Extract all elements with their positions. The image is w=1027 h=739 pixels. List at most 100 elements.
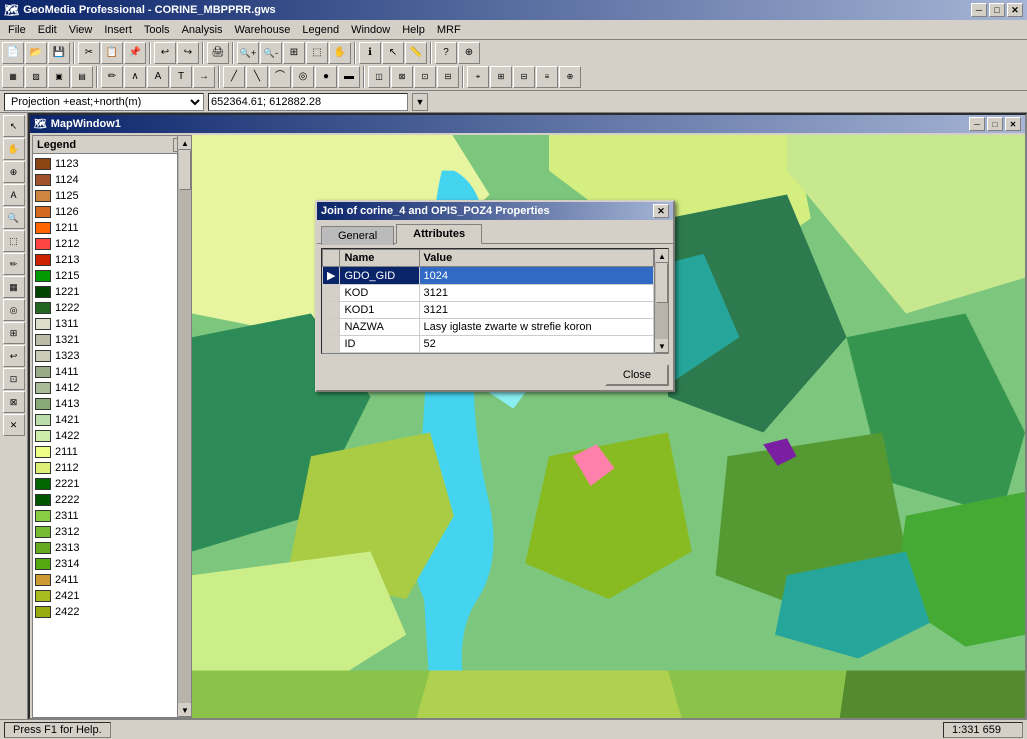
goto-button[interactable]: ⊕ bbox=[458, 42, 480, 64]
map-maximize-button[interactable]: □ bbox=[987, 117, 1003, 131]
redo-button[interactable]: ↪ bbox=[177, 42, 199, 64]
cut-button[interactable]: ✂ bbox=[78, 42, 100, 64]
left-tool-14[interactable]: ✕ bbox=[3, 414, 25, 436]
menu-analysis[interactable]: Analysis bbox=[176, 22, 229, 38]
legend-item: 2411 bbox=[35, 572, 189, 588]
menu-tools[interactable]: Tools bbox=[138, 22, 176, 38]
dialog-tabs: General Attributes bbox=[317, 220, 673, 244]
minimize-button[interactable]: ─ bbox=[971, 3, 987, 17]
attr-scrollbar[interactable]: ▲ ▼ bbox=[654, 249, 668, 353]
tool-x[interactable]: ⊕ bbox=[559, 66, 581, 88]
close-dialog-button[interactable]: Close bbox=[605, 364, 669, 386]
maximize-button[interactable]: □ bbox=[989, 3, 1005, 17]
attr-scroll-down[interactable]: ▼ bbox=[655, 339, 669, 353]
left-tool-12[interactable]: ⊡ bbox=[3, 368, 25, 390]
legend-scroll-track[interactable] bbox=[178, 154, 191, 703]
attr-scroll-thumb[interactable] bbox=[656, 263, 668, 303]
menu-bar: File Edit View Insert Tools Analysis War… bbox=[0, 20, 1027, 40]
coord-dropdown-button[interactable]: ▼ bbox=[412, 93, 428, 111]
tool-b[interactable]: ▨ bbox=[25, 66, 47, 88]
tab-general[interactable]: General bbox=[321, 226, 394, 245]
menu-mrf[interactable]: MRF bbox=[431, 22, 467, 38]
save-button[interactable]: 💾 bbox=[48, 42, 70, 64]
tool-s[interactable]: ⊟ bbox=[437, 66, 459, 88]
table-row[interactable]: ID52 bbox=[323, 336, 654, 353]
new-button[interactable]: 📄 bbox=[2, 42, 24, 64]
tool-i[interactable]: → bbox=[193, 66, 215, 88]
legend-scroll-thumb[interactable] bbox=[179, 154, 191, 190]
left-tool-9[interactable]: ◎ bbox=[3, 299, 25, 321]
tool-o[interactable]: ▬ bbox=[338, 66, 360, 88]
tool-g[interactable]: A bbox=[147, 66, 169, 88]
table-row[interactable]: ▶GDO_GID1024 bbox=[323, 267, 654, 285]
menu-insert[interactable]: Insert bbox=[98, 22, 138, 38]
tool-u[interactable]: ⊞ bbox=[490, 66, 512, 88]
left-tool-11[interactable]: ↩ bbox=[3, 345, 25, 367]
measure-button[interactable]: 📏 bbox=[405, 42, 427, 64]
tool-v[interactable]: ⊟ bbox=[513, 66, 535, 88]
tool-f[interactable]: ∧ bbox=[124, 66, 146, 88]
table-row[interactable]: NAZWALasy iglaste zwarte w strefie koron bbox=[323, 319, 654, 336]
projection-select[interactable]: Projection +east;+north(m) bbox=[4, 93, 204, 111]
left-tool-3[interactable]: ⊕ bbox=[3, 161, 25, 183]
menu-warehouse[interactable]: Warehouse bbox=[229, 22, 297, 38]
pan-button[interactable]: ✋ bbox=[329, 42, 351, 64]
left-tool-1[interactable]: ↖ bbox=[3, 115, 25, 137]
select-button[interactable]: ↖ bbox=[382, 42, 404, 64]
tool-q[interactable]: ⊠ bbox=[391, 66, 413, 88]
coordinate-input[interactable] bbox=[208, 93, 408, 111]
tool-d[interactable]: ▤ bbox=[71, 66, 93, 88]
identify-button[interactable]: ℹ bbox=[359, 42, 381, 64]
left-tool-8[interactable]: ▦ bbox=[3, 276, 25, 298]
table-row[interactable]: KOD3121 bbox=[323, 285, 654, 302]
attr-scroll-up[interactable]: ▲ bbox=[655, 249, 669, 263]
left-tool-7[interactable]: ✏ bbox=[3, 253, 25, 275]
tool-k[interactable]: ╲ bbox=[246, 66, 268, 88]
print-button[interactable]: 🖨 bbox=[207, 42, 229, 64]
menu-view[interactable]: View bbox=[63, 22, 99, 38]
tool-r[interactable]: ⊡ bbox=[414, 66, 436, 88]
legend-scrollbar[interactable]: ▲ ▼ bbox=[177, 154, 191, 717]
legend-scroll-down[interactable]: ▼ bbox=[178, 703, 191, 717]
left-tool-4[interactable]: A bbox=[3, 184, 25, 206]
legend-code-label: 1212 bbox=[55, 238, 79, 250]
map-close-button[interactable]: ✕ bbox=[1005, 117, 1021, 131]
left-tool-2[interactable]: ✋ bbox=[3, 138, 25, 160]
menu-window[interactable]: Window bbox=[345, 22, 396, 38]
left-tool-5[interactable]: 🔍 bbox=[3, 207, 25, 229]
map-minimize-button[interactable]: ─ bbox=[969, 117, 985, 131]
tool-l[interactable]: ⌒ bbox=[269, 66, 291, 88]
zoom-window-button[interactable]: ⬚ bbox=[306, 42, 328, 64]
paste-button[interactable]: 📌 bbox=[124, 42, 146, 64]
copy-button[interactable]: 📋 bbox=[101, 42, 123, 64]
tool-j[interactable]: ╱ bbox=[223, 66, 245, 88]
left-tool-10[interactable]: ⊞ bbox=[3, 322, 25, 344]
tool-c[interactable]: ▣ bbox=[48, 66, 70, 88]
table-row[interactable]: KOD13121 bbox=[323, 302, 654, 319]
tool-n[interactable]: ● bbox=[315, 66, 337, 88]
tool-t[interactable]: ⌖ bbox=[467, 66, 489, 88]
tool-a[interactable]: ▦ bbox=[2, 66, 24, 88]
zoom-full-button[interactable]: ⊞ bbox=[283, 42, 305, 64]
menu-edit[interactable]: Edit bbox=[32, 22, 63, 38]
menu-help[interactable]: Help bbox=[396, 22, 431, 38]
tool-w[interactable]: ≡ bbox=[536, 66, 558, 88]
legend-item: 1412 bbox=[35, 380, 189, 396]
open-button[interactable]: 📂 bbox=[25, 42, 47, 64]
left-tool-6[interactable]: ⬚ bbox=[3, 230, 25, 252]
tool-p[interactable]: ◫ bbox=[368, 66, 390, 88]
menu-file[interactable]: File bbox=[2, 22, 32, 38]
menu-legend[interactable]: Legend bbox=[296, 22, 345, 38]
zoom-in-button[interactable]: 🔍+ bbox=[237, 42, 259, 64]
undo-button[interactable]: ↩ bbox=[154, 42, 176, 64]
tool-m[interactable]: ◎ bbox=[292, 66, 314, 88]
dialog-close-x-button[interactable]: ✕ bbox=[653, 204, 669, 218]
tool-h[interactable]: T bbox=[170, 66, 192, 88]
zoom-out-button[interactable]: 🔍- bbox=[260, 42, 282, 64]
tool-e[interactable]: ✏ bbox=[101, 66, 123, 88]
attr-scroll-track[interactable] bbox=[655, 263, 668, 339]
tab-attributes[interactable]: Attributes bbox=[396, 224, 482, 244]
query-button[interactable]: ? bbox=[435, 42, 457, 64]
close-button[interactable]: ✕ bbox=[1007, 3, 1023, 17]
left-tool-13[interactable]: ⊠ bbox=[3, 391, 25, 413]
